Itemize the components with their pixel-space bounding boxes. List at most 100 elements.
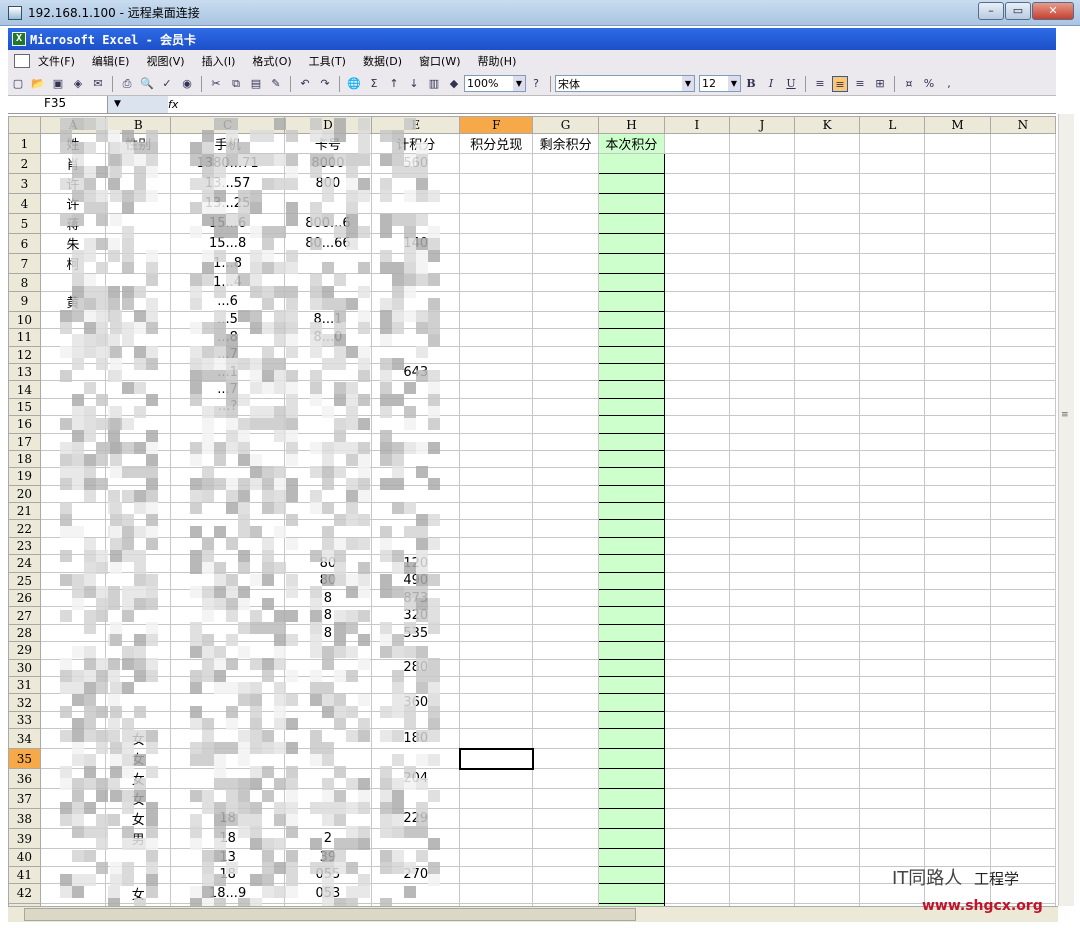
cell[interactable] [924, 571, 991, 591]
cell[interactable] [663, 571, 730, 591]
cell[interactable] [989, 153, 1056, 175]
column-title[interactable]: 剩余积分 [532, 133, 599, 155]
cell[interactable] [794, 748, 861, 770]
cell[interactable] [663, 362, 730, 382]
cell[interactable] [728, 828, 796, 850]
current-points-cell[interactable] [598, 748, 665, 770]
cell[interactable] [794, 519, 861, 538]
remaining-points-cell[interactable] [532, 328, 599, 347]
row-header[interactable]: 18 [8, 449, 41, 469]
cell[interactable] [989, 328, 1056, 347]
cell[interactable] [663, 623, 730, 643]
card-number-cell[interactable]: 8 [283, 589, 373, 608]
cell[interactable] [989, 808, 1056, 830]
cell[interactable] [663, 253, 730, 275]
current-points-cell[interactable] [598, 415, 665, 434]
cell[interactable] [728, 641, 796, 660]
row-header[interactable]: 33 [8, 710, 41, 730]
menu-data[interactable]: 数据(D) [363, 53, 402, 69]
redeem-cell[interactable] [459, 345, 534, 364]
cell[interactable] [989, 606, 1056, 625]
row-header[interactable]: 25 [8, 571, 41, 591]
gender-cell[interactable] [105, 362, 172, 382]
phone-cell[interactable] [170, 467, 285, 486]
phone-cell[interactable]: 15...8 [170, 233, 285, 255]
sort-descending-icon[interactable]: ↓ [406, 76, 422, 92]
cell[interactable] [794, 675, 861, 695]
redeem-cell[interactable] [459, 865, 534, 884]
gender-cell[interactable] [105, 554, 172, 573]
redeem-cell[interactable] [459, 589, 534, 608]
card-number-cell[interactable]: 8000 [283, 153, 373, 175]
phone-cell[interactable]: 18 [170, 828, 285, 850]
cell[interactable] [663, 345, 730, 364]
current-points-cell[interactable] [598, 467, 665, 486]
cell[interactable] [728, 848, 796, 867]
remaining-points-cell[interactable] [532, 882, 599, 904]
cell[interactable] [663, 153, 730, 175]
cell[interactable] [728, 808, 796, 830]
cell[interactable] [989, 536, 1056, 556]
cell[interactable] [794, 728, 861, 750]
card-number-cell[interactable]: 39 [283, 848, 373, 867]
current-points-cell[interactable] [598, 554, 665, 573]
name-cell[interactable] [39, 345, 107, 364]
row-header[interactable]: 34 [8, 728, 41, 750]
cell[interactable] [989, 290, 1056, 312]
redeem-cell[interactable] [459, 519, 534, 538]
card-number-cell[interactable]: 8 [283, 623, 373, 643]
phone-cell[interactable]: ...? [170, 397, 285, 417]
column-header-b[interactable]: B [105, 116, 172, 135]
cell[interactable] [859, 693, 926, 712]
name-cell[interactable]: 朱 [39, 233, 107, 255]
name-cell[interactable] [39, 675, 107, 695]
cell[interactable] [924, 415, 991, 434]
remaining-points-cell[interactable] [532, 748, 599, 770]
cell[interactable] [924, 467, 991, 486]
remaining-points-cell[interactable] [532, 484, 599, 504]
redeem-cell[interactable] [459, 467, 534, 486]
cell[interactable] [859, 290, 926, 312]
current-points-cell[interactable] [598, 675, 665, 695]
current-points-cell[interactable] [598, 328, 665, 347]
cell[interactable] [728, 253, 796, 275]
cell[interactable] [924, 397, 991, 417]
phone-cell[interactable] [170, 748, 285, 770]
close-button[interactable]: ✕ [1032, 2, 1074, 20]
redeem-cell[interactable] [459, 415, 534, 434]
cell[interactable] [794, 362, 861, 382]
current-points-cell[interactable] [598, 865, 665, 884]
card-number-cell[interactable] [283, 467, 373, 486]
remaining-points-cell[interactable] [532, 788, 599, 810]
align-right-icon[interactable]: ≡ [852, 76, 868, 92]
cell[interactable] [728, 502, 796, 521]
cell[interactable] [728, 213, 796, 235]
cell[interactable] [989, 675, 1056, 695]
phone-cell[interactable] [170, 449, 285, 469]
row-header[interactable]: 36 [8, 768, 41, 790]
selected-cell[interactable] [458, 747, 534, 770]
row-header[interactable]: 24 [8, 554, 41, 573]
current-points-cell[interactable] [598, 788, 665, 810]
redeem-cell[interactable] [459, 484, 534, 504]
current-points-cell[interactable] [598, 193, 665, 215]
gender-cell[interactable] [105, 253, 172, 275]
row-header[interactable]: 39 [8, 828, 41, 850]
remaining-points-cell[interactable] [532, 519, 599, 538]
cell[interactable] [924, 589, 991, 608]
cell[interactable] [924, 606, 991, 625]
gender-cell[interactable] [105, 536, 172, 556]
total-points-cell[interactable]: 560 [371, 153, 461, 175]
cell[interactable] [989, 710, 1056, 730]
phone-cell[interactable]: ...8 [170, 328, 285, 347]
save-icon[interactable]: ▣ [50, 76, 66, 92]
cell[interactable] [728, 380, 796, 399]
sort-ascending-icon[interactable]: ↑ [386, 76, 402, 92]
row-header[interactable]: 29 [8, 641, 41, 660]
remaining-points-cell[interactable] [532, 310, 599, 330]
gender-cell[interactable]: 男 [105, 828, 172, 850]
card-number-cell[interactable]: 2 [283, 828, 373, 850]
remaining-points-cell[interactable] [532, 828, 599, 850]
phone-cell[interactable]: ...6 [170, 290, 285, 312]
italic-button[interactable]: I [763, 76, 779, 92]
